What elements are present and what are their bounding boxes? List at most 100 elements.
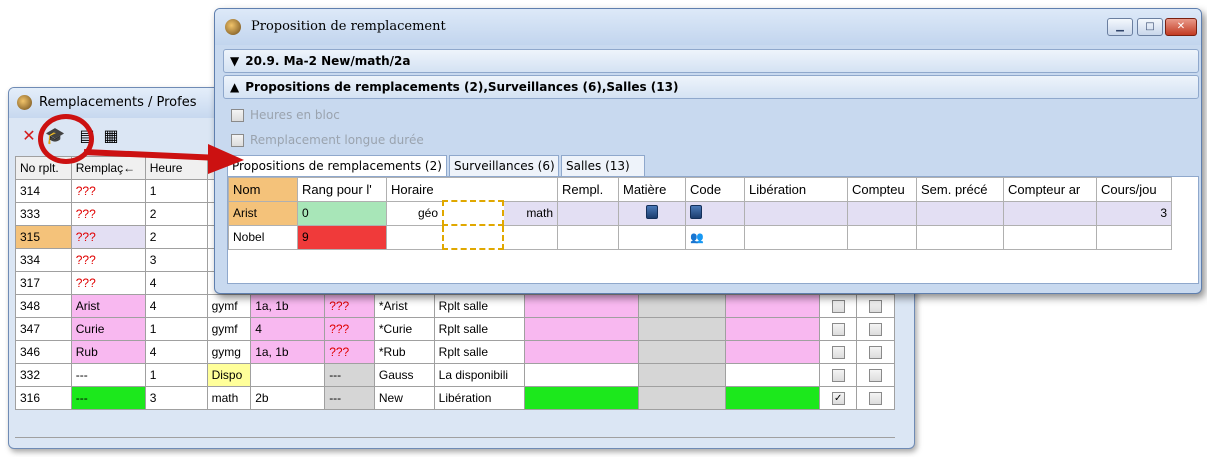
tab-proposals[interactable]: Propositions de remplacements (2) bbox=[227, 155, 447, 178]
cell-heure[interactable]: 3 bbox=[144, 248, 208, 272]
cell-c8[interactable]: Libération bbox=[433, 386, 525, 410]
cell-c8[interactable]: Rplt salle bbox=[433, 340, 525, 364]
cell-c6[interactable]: --- bbox=[324, 386, 375, 410]
cell-sem-prec[interactable] bbox=[916, 224, 1004, 250]
cell-empty[interactable] bbox=[724, 317, 820, 341]
cell-rempl[interactable]: Arist bbox=[70, 294, 146, 318]
cell-horaire-3[interactable]: math bbox=[503, 200, 558, 226]
cell-heure[interactable]: 4 bbox=[144, 294, 208, 318]
cell-horaire-selected[interactable] bbox=[442, 225, 504, 250]
cell-heure[interactable]: 1 bbox=[144, 179, 208, 203]
cell-rempl[interactable]: ??? bbox=[70, 202, 146, 226]
col-rempl[interactable]: Rempl. bbox=[557, 177, 619, 202]
col-code[interactable]: Code bbox=[685, 177, 745, 202]
cell-no[interactable]: 314 bbox=[15, 179, 72, 203]
checkbox[interactable] bbox=[869, 300, 883, 314]
cell-c5[interactable]: 2b bbox=[250, 386, 326, 410]
table-row[interactable]: 346 Rub 4 gymg 1a, 1b??? *Rub Rplt salle bbox=[15, 340, 895, 364]
cell-rempl[interactable]: ??? bbox=[70, 248, 146, 272]
cell-nom[interactable]: Nobel bbox=[228, 224, 298, 250]
cell-c6[interactable]: ??? bbox=[324, 340, 375, 364]
cell-no[interactable]: 317 bbox=[15, 271, 72, 295]
table-row[interactable]: 348 Arist 4 gymf 1a, 1b??? *Arist Rplt salle bbox=[15, 294, 895, 318]
cell-heure[interactable]: 2 bbox=[144, 225, 208, 249]
cell-c5[interactable]: 1a, 1b bbox=[250, 340, 326, 364]
cell-rang[interactable]: 9 bbox=[297, 224, 387, 250]
col-compteur[interactable]: Compteu bbox=[847, 177, 917, 202]
table-row[interactable]: 347 Curie 1 gymf 4??? *Curie Rplt salle bbox=[15, 317, 895, 341]
cell-c4[interactable]: math bbox=[206, 386, 252, 410]
checkbox[interactable] bbox=[869, 392, 883, 406]
maximize-button[interactable]: □ bbox=[1137, 18, 1163, 36]
cell-rempl[interactable]: ??? bbox=[70, 271, 146, 295]
cell-empty[interactable] bbox=[638, 294, 726, 318]
cell-liberation[interactable] bbox=[744, 200, 848, 226]
table-row[interactable]: 316 --- 3 math 2b --- New Libération ✓ bbox=[15, 386, 895, 410]
cell-checkbox[interactable] bbox=[818, 317, 858, 341]
cell-c7[interactable]: *Arist bbox=[373, 294, 435, 318]
checkbox[interactable] bbox=[831, 300, 845, 314]
delete-icon[interactable]: ✕ bbox=[19, 126, 39, 146]
cell-horaire-selected[interactable] bbox=[442, 200, 504, 226]
cell-rempl[interactable] bbox=[557, 224, 619, 250]
cell-c7[interactable]: Gauss bbox=[373, 363, 435, 387]
cell-rempl[interactable]: Rub bbox=[70, 340, 146, 364]
cell-checkbox[interactable] bbox=[856, 363, 895, 387]
cell-liberation[interactable] bbox=[744, 224, 848, 250]
col-horaire-2[interactable] bbox=[443, 177, 503, 202]
col-horaire-3[interactable] bbox=[503, 177, 558, 202]
cell-compteur[interactable] bbox=[847, 224, 917, 250]
cell-compteur-an[interactable] bbox=[1003, 224, 1097, 250]
cell-cours-jour[interactable] bbox=[1096, 224, 1172, 250]
cell-empty[interactable] bbox=[724, 340, 820, 364]
cell-c6[interactable]: --- bbox=[324, 363, 375, 387]
tab-rooms[interactable]: Salles (13) bbox=[561, 155, 645, 177]
cell-checkbox[interactable] bbox=[818, 294, 858, 318]
cell-no[interactable]: 346 bbox=[15, 340, 72, 364]
cell-heure[interactable]: 1 bbox=[144, 363, 208, 387]
cell-empty[interactable] bbox=[523, 340, 640, 364]
cell-c6[interactable]: ??? bbox=[324, 294, 375, 318]
cell-c7[interactable]: New bbox=[373, 386, 435, 410]
cell-checkbox[interactable] bbox=[818, 340, 858, 364]
cell-heure[interactable]: 4 bbox=[144, 271, 208, 295]
cell-c6[interactable]: ??? bbox=[324, 317, 375, 341]
checkbox[interactable] bbox=[831, 346, 845, 360]
proposal-row-arist[interactable]: Arist 0 géo math 3 bbox=[228, 200, 1172, 226]
cell-nom[interactable]: Arist bbox=[228, 200, 298, 226]
cell-c8[interactable]: Rplt salle bbox=[433, 317, 525, 341]
cell-compteur[interactable] bbox=[847, 200, 917, 226]
cell-empty[interactable] bbox=[523, 317, 640, 341]
col-liberation[interactable]: Libération bbox=[744, 177, 848, 202]
cell-empty[interactable] bbox=[638, 340, 726, 364]
cell-checkbox[interactable] bbox=[856, 317, 895, 341]
col-nom[interactable]: Nom bbox=[228, 177, 298, 202]
cell-empty[interactable] bbox=[724, 363, 820, 387]
cell-c4[interactable]: gymg bbox=[206, 340, 252, 364]
minimize-button[interactable]: ▁ bbox=[1107, 18, 1133, 36]
checkbox[interactable] bbox=[869, 346, 883, 360]
cell-heure[interactable]: 2 bbox=[144, 202, 208, 226]
cell-heure[interactable]: 4 bbox=[144, 340, 208, 364]
cell-no[interactable]: 334 bbox=[15, 248, 72, 272]
cell-heure[interactable]: 1 bbox=[144, 317, 208, 341]
col-compteur-an[interactable]: Compteur ar bbox=[1003, 177, 1097, 202]
long-term-option[interactable]: Remplacement longue durée bbox=[231, 133, 424, 147]
col-horaire[interactable]: Horaire bbox=[386, 177, 443, 202]
cell-c8[interactable]: Rplt salle bbox=[433, 294, 525, 318]
lesson-section[interactable]: ▼ 20.9. Ma-2 New/math/2a bbox=[223, 49, 1199, 73]
cell-horaire-1[interactable]: géo bbox=[386, 200, 443, 226]
cell-no[interactable]: 316 bbox=[15, 386, 72, 410]
cell-rempl[interactable]: ??? bbox=[70, 225, 146, 249]
checkbox[interactable] bbox=[831, 323, 845, 337]
cell-c8[interactable]: La disponibili bbox=[433, 363, 525, 387]
cell-code[interactable] bbox=[685, 200, 745, 226]
cell-empty[interactable] bbox=[638, 386, 726, 410]
cell-horaire-1[interactable] bbox=[386, 224, 443, 250]
cell-matiere[interactable] bbox=[618, 200, 686, 226]
cell-sem-prec[interactable] bbox=[916, 200, 1004, 226]
cell-cours-jour[interactable]: 3 bbox=[1096, 200, 1172, 226]
cell-checkbox[interactable] bbox=[856, 386, 895, 410]
cell-c4[interactable]: gymf bbox=[206, 317, 252, 341]
cell-checkbox[interactable] bbox=[856, 294, 895, 318]
